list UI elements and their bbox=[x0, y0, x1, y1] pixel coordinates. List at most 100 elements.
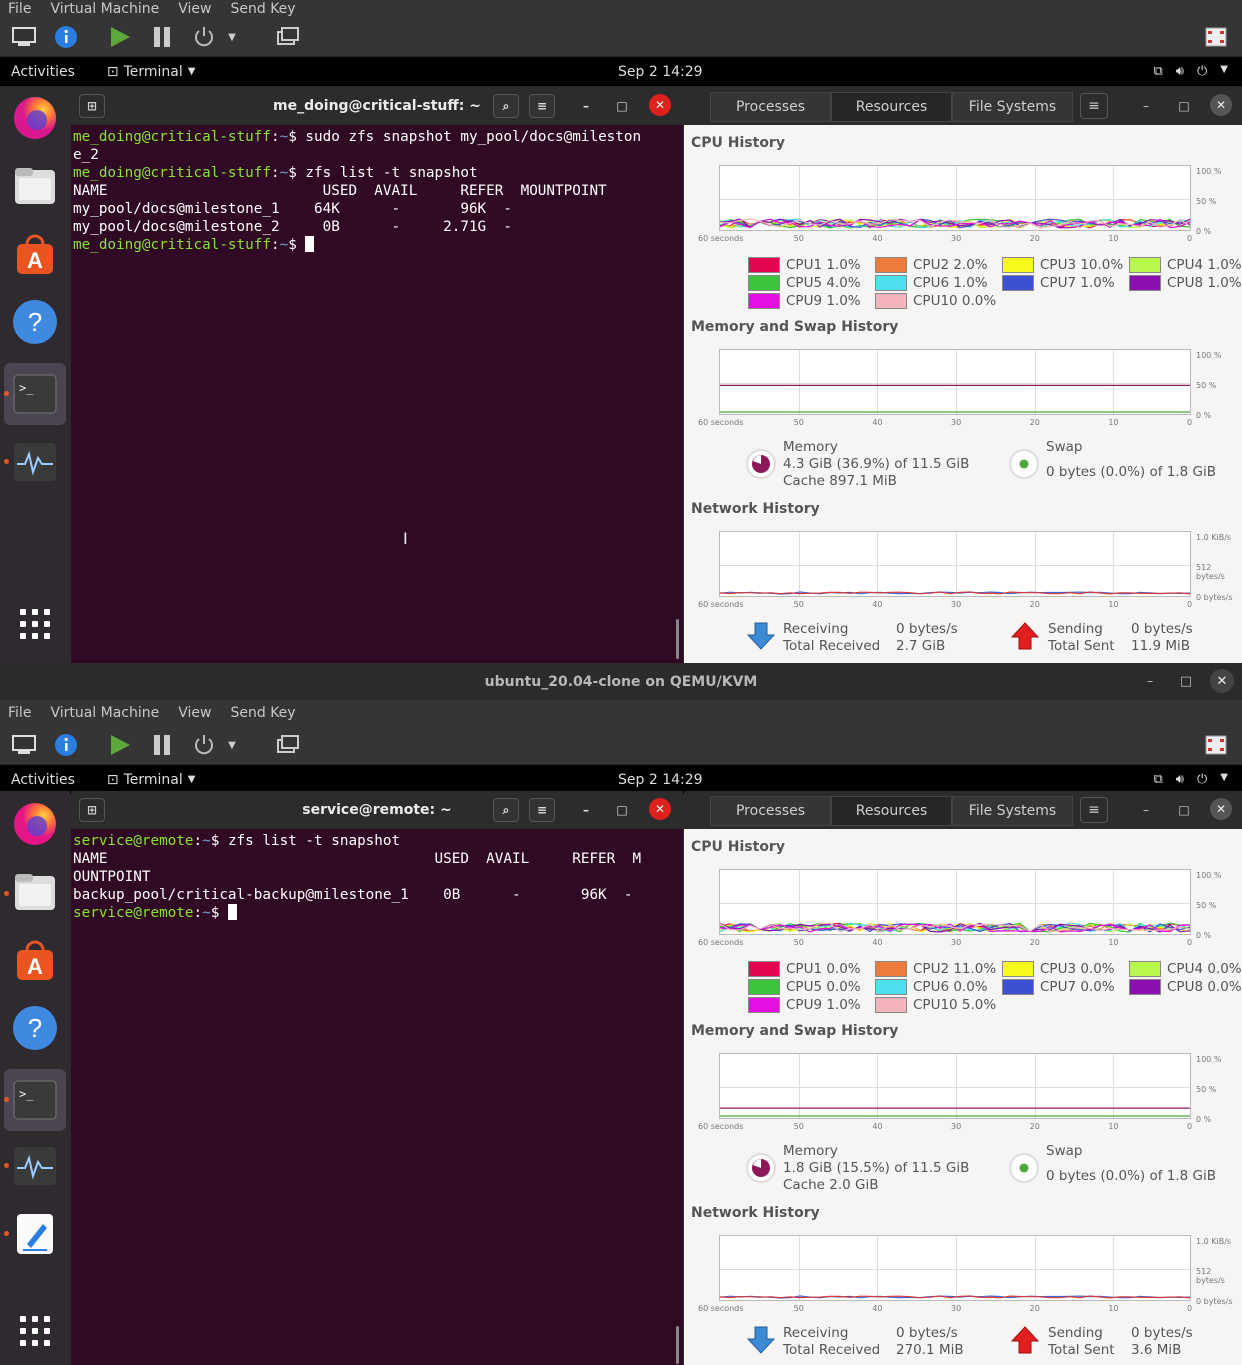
new-tab-icon[interactable]: ⊞ bbox=[79, 94, 105, 118]
fullscreen-icon[interactable] bbox=[1202, 23, 1230, 51]
close-icon[interactable]: ✕ bbox=[1210, 669, 1234, 693]
power-icon[interactable] bbox=[188, 729, 220, 761]
screenshot-icon[interactable] bbox=[272, 21, 304, 53]
tab-file-systems[interactable]: File Systems bbox=[952, 92, 1073, 122]
minimize-icon[interactable]: – bbox=[1138, 669, 1162, 693]
maximize-icon[interactable]: □ bbox=[1172, 94, 1196, 118]
cpu-color-swatch[interactable] bbox=[1002, 275, 1034, 291]
cpu-color-swatch[interactable] bbox=[875, 979, 907, 995]
software-icon[interactable]: A bbox=[10, 229, 60, 279]
tab-file-systems[interactable]: File Systems bbox=[952, 796, 1073, 826]
tab-resources[interactable]: Resources bbox=[831, 796, 952, 826]
cpu-color-swatch[interactable] bbox=[875, 961, 907, 977]
cpu-color-swatch[interactable] bbox=[748, 275, 780, 291]
menu-virtual-machine[interactable]: Virtual Machine bbox=[50, 1, 159, 17]
minimize-icon[interactable]: – bbox=[573, 94, 599, 118]
firefox-icon[interactable] bbox=[10, 93, 60, 143]
screenshot-icon[interactable] bbox=[272, 729, 304, 761]
maximize-icon[interactable]: □ bbox=[1174, 669, 1198, 693]
play-icon[interactable] bbox=[104, 21, 136, 53]
cpu-color-swatch[interactable] bbox=[748, 293, 780, 309]
cpu-color-swatch[interactable] bbox=[875, 293, 907, 309]
tab-processes[interactable]: Processes bbox=[710, 796, 831, 826]
cpu-color-swatch[interactable] bbox=[875, 997, 907, 1013]
minimize-icon[interactable]: – bbox=[1134, 94, 1158, 118]
text-editor-icon[interactable] bbox=[10, 1209, 60, 1259]
close-icon[interactable]: ✕ bbox=[1210, 798, 1232, 820]
activities-button[interactable]: Activities bbox=[11, 64, 75, 80]
info-icon[interactable] bbox=[50, 21, 82, 53]
dropdown-icon[interactable]: ▼ bbox=[222, 21, 242, 53]
maximize-icon[interactable]: □ bbox=[1172, 798, 1196, 822]
minimize-icon[interactable]: – bbox=[1134, 798, 1158, 822]
close-icon[interactable]: ✕ bbox=[649, 798, 671, 820]
app-menu[interactable]: ⊡ Terminal ▼ bbox=[107, 64, 196, 80]
display-icon[interactable] bbox=[8, 729, 40, 761]
maximize-icon[interactable]: □ bbox=[609, 94, 635, 118]
system-monitor-icon[interactable] bbox=[10, 1141, 60, 1191]
new-tab-icon[interactable]: ⊞ bbox=[79, 798, 105, 822]
menu-send-key[interactable]: Send Key bbox=[230, 1, 295, 17]
play-icon[interactable] bbox=[104, 729, 136, 761]
cpu-color-swatch[interactable] bbox=[1129, 257, 1161, 273]
clock[interactable]: Sep 2 14:29 bbox=[618, 64, 703, 80]
help-icon[interactable]: ? bbox=[10, 1003, 60, 1053]
info-icon[interactable] bbox=[50, 729, 82, 761]
files-icon[interactable] bbox=[10, 867, 60, 917]
help-icon[interactable]: ? bbox=[10, 297, 60, 347]
menu-file[interactable]: File bbox=[8, 705, 31, 721]
dropdown-icon[interactable]: ▼ bbox=[222, 729, 242, 761]
cpu-color-swatch[interactable] bbox=[748, 997, 780, 1013]
firefox-icon[interactable] bbox=[10, 799, 60, 849]
fullscreen-icon[interactable] bbox=[1202, 731, 1230, 759]
cpu-color-swatch[interactable] bbox=[748, 961, 780, 977]
hamburger-menu-icon[interactable]: ≡ bbox=[529, 94, 555, 118]
scrollbar[interactable] bbox=[676, 619, 679, 659]
pause-icon[interactable] bbox=[146, 21, 178, 53]
search-icon[interactable]: ⌕ bbox=[493, 94, 519, 118]
terminal-output[interactable]: service@remote:~$ zfs list -t snapshot NA… bbox=[71, 829, 683, 925]
cpu-color-swatch[interactable] bbox=[1129, 961, 1161, 977]
cpu-color-swatch[interactable] bbox=[875, 257, 907, 273]
clock[interactable]: Sep 2 14:29 bbox=[618, 772, 703, 788]
app-menu[interactable]: ⊡ Terminal ▼ bbox=[107, 772, 196, 788]
hamburger-menu-icon[interactable]: ≡ bbox=[1080, 797, 1108, 823]
menu-file[interactable]: File bbox=[8, 1, 31, 17]
terminal-icon[interactable]: >_ bbox=[4, 1069, 66, 1131]
menu-view[interactable]: View bbox=[178, 705, 211, 721]
system-tray[interactable]: ⧉ 🔊︎ ⏻ ▼ bbox=[1154, 772, 1229, 787]
terminal-output[interactable]: me_doing@critical-stuff:~$ sudo zfs snap… bbox=[71, 125, 683, 257]
tab-resources[interactable]: Resources bbox=[831, 92, 952, 122]
cpu-color-swatch[interactable] bbox=[1129, 979, 1161, 995]
cpu-color-swatch[interactable] bbox=[875, 275, 907, 291]
power-icon[interactable] bbox=[188, 21, 220, 53]
search-icon[interactable]: ⌕ bbox=[493, 798, 519, 822]
app-grid-icon[interactable] bbox=[10, 599, 60, 649]
files-icon[interactable] bbox=[10, 161, 60, 211]
cpu-color-swatch[interactable] bbox=[748, 979, 780, 995]
close-icon[interactable]: ✕ bbox=[649, 94, 671, 116]
tab-processes[interactable]: Processes bbox=[710, 92, 831, 122]
cpu-color-swatch[interactable] bbox=[1002, 979, 1034, 995]
software-icon[interactable]: A bbox=[10, 935, 60, 985]
menu-virtual-machine[interactable]: Virtual Machine bbox=[50, 705, 159, 721]
pause-icon[interactable] bbox=[146, 729, 178, 761]
terminal-icon[interactable]: >_ bbox=[4, 363, 66, 425]
hamburger-menu-icon[interactable]: ≡ bbox=[529, 798, 555, 822]
system-monitor-icon[interactable] bbox=[10, 437, 60, 487]
system-tray[interactable]: ⧉ 🔊︎ ⏻ ▼ bbox=[1154, 64, 1229, 79]
cpu-color-swatch[interactable] bbox=[1002, 961, 1034, 977]
cpu-color-swatch[interactable] bbox=[1129, 275, 1161, 291]
menu-send-key[interactable]: Send Key bbox=[230, 705, 295, 721]
minimize-icon[interactable]: – bbox=[573, 798, 599, 822]
hamburger-menu-icon[interactable]: ≡ bbox=[1080, 93, 1108, 119]
display-icon[interactable] bbox=[8, 21, 40, 53]
maximize-icon[interactable]: □ bbox=[609, 798, 635, 822]
cpu-color-swatch[interactable] bbox=[1002, 257, 1034, 273]
cpu-color-swatch[interactable] bbox=[748, 257, 780, 273]
app-grid-icon[interactable] bbox=[10, 1306, 60, 1356]
menu-view[interactable]: View bbox=[178, 1, 211, 17]
activities-button[interactable]: Activities bbox=[11, 772, 75, 788]
close-icon[interactable]: ✕ bbox=[1210, 94, 1232, 116]
scrollbar[interactable] bbox=[676, 1326, 679, 1364]
